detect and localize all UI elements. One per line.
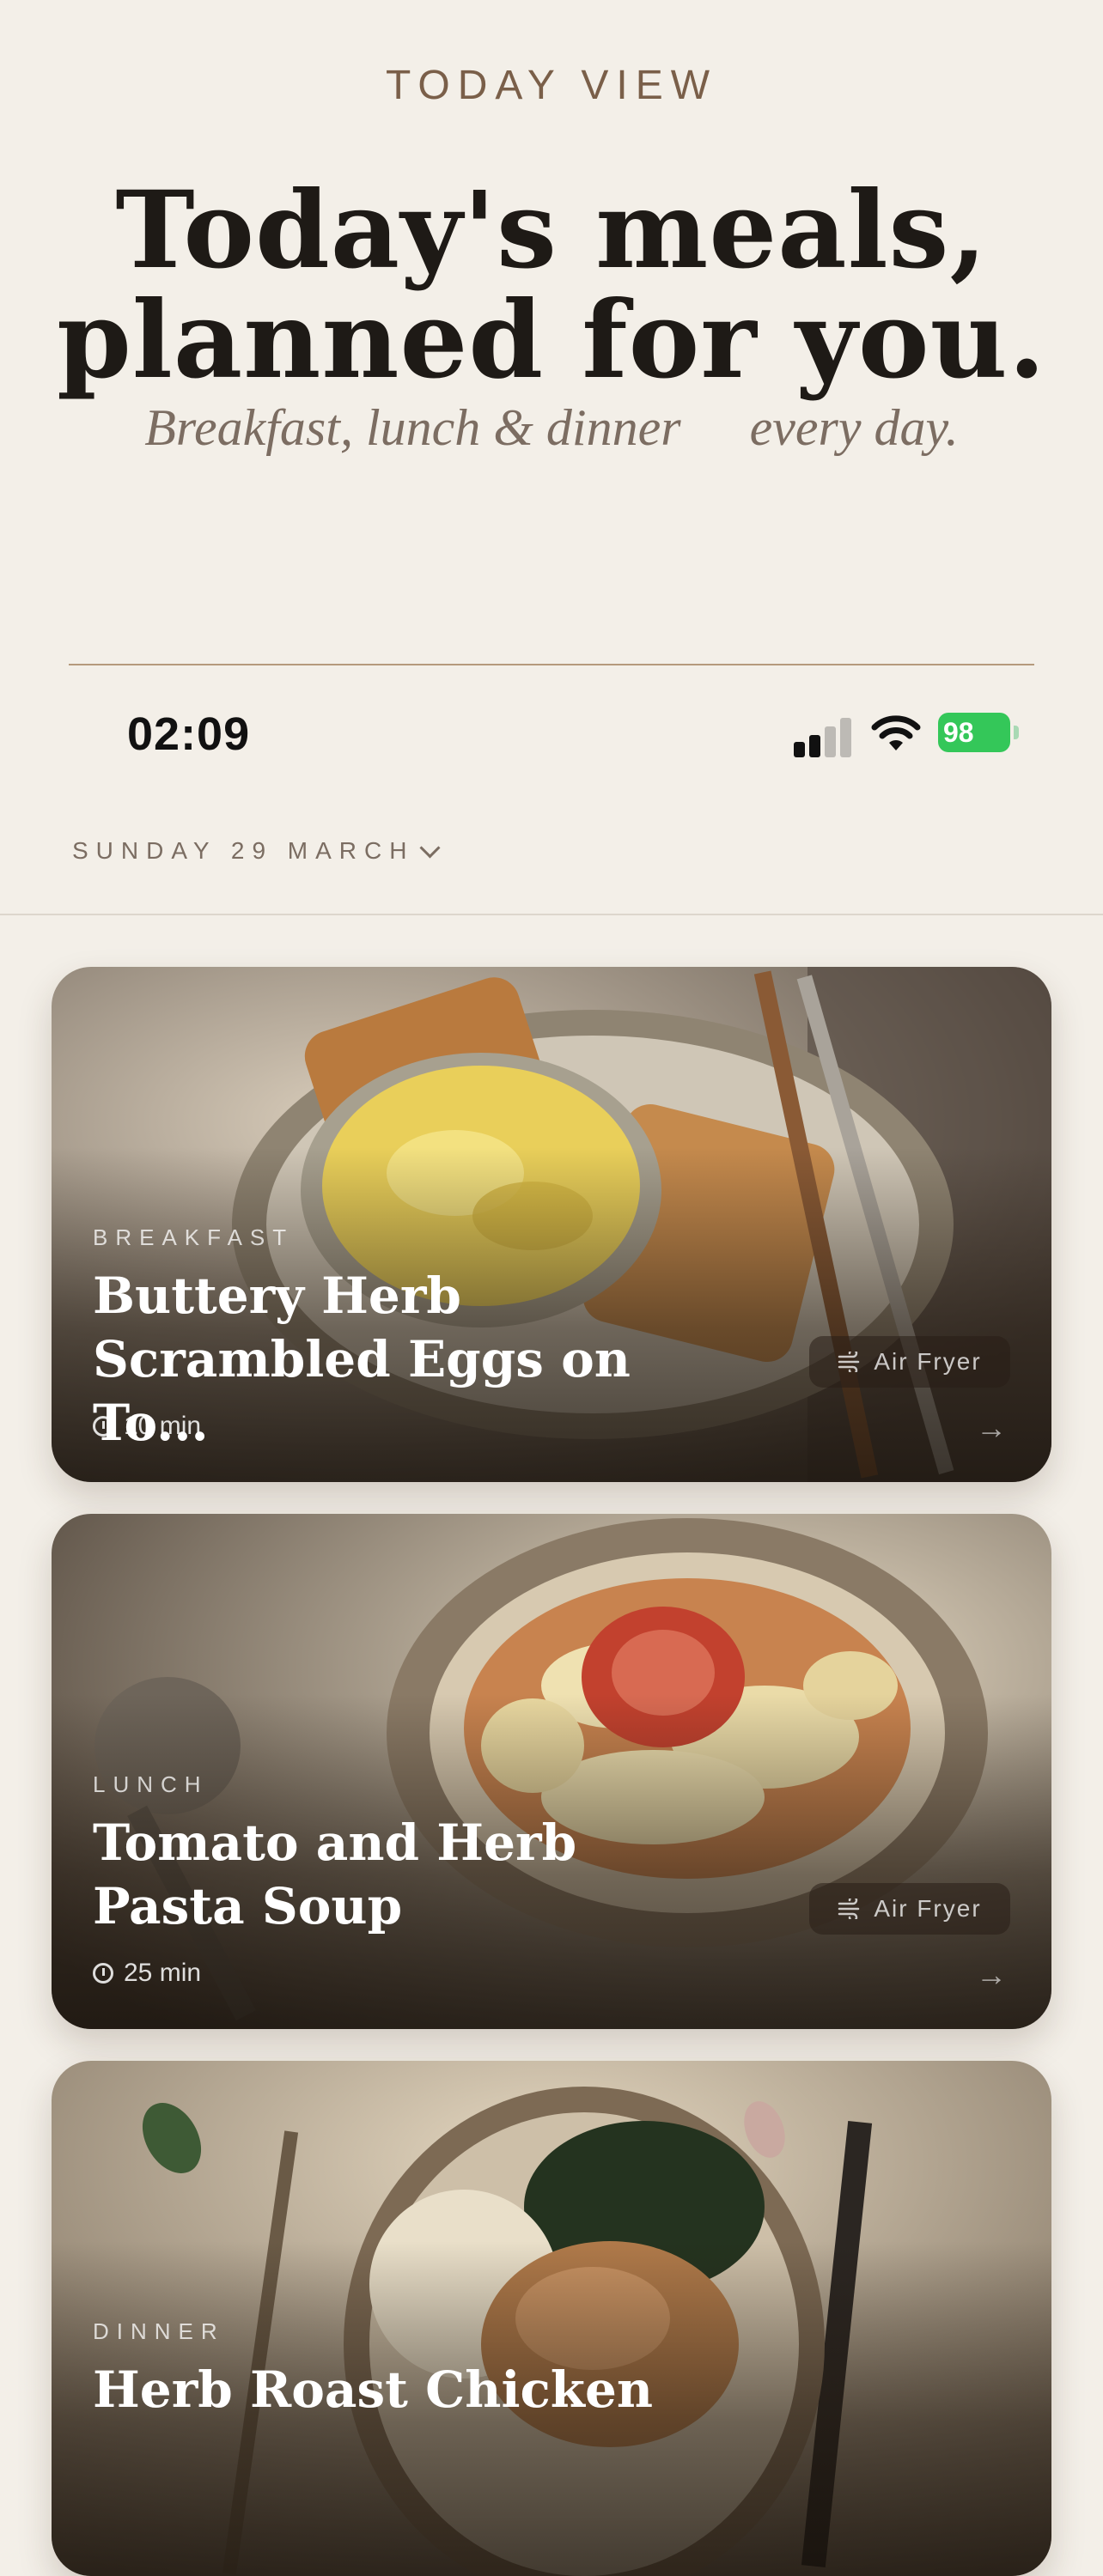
meal-card-breakfast[interactable]: BREAKFAST Buttery Herb Scrambled Eggs on…	[52, 967, 1051, 1482]
clock-icon	[93, 1416, 113, 1437]
air-fryer-icon	[838, 1352, 860, 1372]
date-label: SUNDAY 29 MARCH	[72, 837, 415, 864]
appliance-tag: Air Fryer	[809, 1336, 1010, 1388]
duration-text: 10 min	[124, 1412, 202, 1440]
clock-icon	[93, 1963, 113, 1984]
meal-title-line-2: Pasta Soup	[93, 1877, 403, 1935]
meal-title-line-1: Tomato and Herb	[93, 1814, 577, 1872]
appliance-text: Air Fryer	[874, 1348, 982, 1375]
meal-type-label: DINNER	[93, 2318, 225, 2344]
appliance-tag: Air Fryer	[809, 1883, 1010, 1935]
meal-type-label: BREAKFAST	[93, 1224, 295, 1250]
headline-line-2: planned for you.	[57, 278, 1046, 403]
subline-right: every day.	[749, 399, 959, 456]
headline-line-1: Today's meals,	[115, 168, 988, 293]
duration-text: 25 min	[124, 1959, 202, 1987]
hero-subline: Breakfast, lunch & dinner every day.	[0, 398, 1103, 458]
chevron-down-icon	[419, 836, 442, 859]
meal-title: Herb Roast Chicken	[93, 2358, 746, 2421]
air-fryer-icon	[838, 1899, 860, 1919]
date-selector[interactable]: SUNDAY 29 MARCH	[72, 836, 442, 865]
battery-level: 98	[938, 713, 1010, 752]
meal-title: Tomato and Herb Pasta Soup	[93, 1811, 746, 1938]
appliance-text: Air Fryer	[874, 1895, 982, 1922]
arrow-right-icon: →	[976, 1410, 1007, 1445]
meal-card-dinner[interactable]: DINNER Herb Roast Chicken	[52, 2061, 1051, 2576]
hero-eyebrow: TODAY VIEW	[385, 63, 718, 108]
meal-duration: 25 min	[93, 1959, 201, 1988]
wifi-icon	[871, 715, 921, 750]
meal-title-line-1: Buttery Herb	[93, 1267, 461, 1325]
hero-banner: TODAY VIEW Today's meals, planned for yo…	[0, 0, 1103, 665]
meal-type-label: LUNCH	[93, 1771, 209, 1797]
signal-icon	[794, 714, 854, 757]
meal-title-line-1: Herb Roast Chicken	[93, 2360, 654, 2419]
subline-left: Breakfast, lunch & dinner	[144, 399, 681, 456]
hero-divider	[69, 664, 1034, 665]
arrow-right-icon: →	[976, 1957, 1007, 1992]
hero-headline: Today's meals, planned for you.	[0, 176, 1103, 396]
status-bar: 02:09 98	[0, 696, 1103, 773]
status-time: 02:09	[127, 708, 251, 760]
battery-icon: 98	[938, 713, 1021, 752]
meal-duration: 10 min	[93, 1412, 201, 1441]
section-divider	[0, 914, 1103, 915]
meal-card-lunch[interactable]: LUNCH Tomato and Herb Pasta Soup 25 min …	[52, 1514, 1051, 2029]
